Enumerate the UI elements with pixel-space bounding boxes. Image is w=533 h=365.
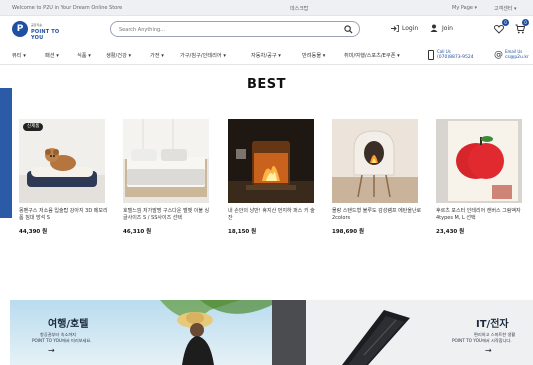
phone-icon bbox=[428, 50, 434, 60]
product-name[interactable]: 내 손안의 낭만! 휴지산 먼지하 퍼스 키 술잔 bbox=[228, 208, 318, 222]
at-sign-icon: @ bbox=[494, 50, 503, 60]
product-name[interactable]: 호텔느낌 저가발명 구스다운 벨벳 이불 싱글사이즈 S / SS사이즈 선택 bbox=[123, 208, 213, 222]
top-utility-bar: Welcome to P2U in Your Dream Online Stor… bbox=[0, 0, 533, 16]
join-link[interactable]: Join bbox=[442, 25, 453, 32]
search-icon[interactable] bbox=[344, 25, 353, 34]
my-page-menu[interactable]: My Page ▾ bbox=[452, 5, 477, 11]
product-card[interactable]: 몰랑 스탠드형 불루도 감성램프 에탄올난로 2colors 198,690 원 bbox=[332, 119, 421, 244]
travel-banner-subtitle-2: POINT TO YOU에서 미리보세요. bbox=[32, 338, 92, 343]
product-card[interactable]: 내 손안의 낭만! 휴지산 먼지하 퍼스 키 술잔 18,150 원 bbox=[228, 119, 315, 244]
product-price: 198,690 원 bbox=[332, 229, 365, 235]
login-icon[interactable] bbox=[391, 25, 399, 32]
search-input[interactable] bbox=[119, 24, 339, 35]
email-us[interactable]: @ Email Us cs@p2u.kr bbox=[494, 48, 533, 63]
nav-item-living[interactable]: 생활/건강 ▾ bbox=[106, 52, 131, 59]
product-card[interactable]: 신제품 몽펜구스 저소음 입술탑 강아지 3D 메모리폼 침대 방석 S 44,… bbox=[19, 119, 108, 244]
it-banner-arrow-icon[interactable]: → bbox=[485, 346, 492, 355]
product-price: 23,430 원 bbox=[436, 229, 465, 235]
category-nav: 뷰티 ▾ 패션 ▾ 식품 ▾ 생활/건강 ▾ 가전 ▾ 가구/침구/인테리어 ▾… bbox=[0, 45, 533, 65]
email-us-address: cs@p2u.kr bbox=[505, 55, 529, 60]
product-image[interactable] bbox=[123, 119, 209, 203]
product-name[interactable]: 몰랑 스탠드형 불루도 감성램프 에탄올난로 2colors bbox=[332, 208, 422, 222]
nav-item-pet[interactable]: 반려동물 ▾ bbox=[302, 52, 325, 59]
call-us[interactable]: Call Us (070)8873-9524 bbox=[428, 48, 480, 63]
it-banner-subtitle-2: POINT TO YOU에서 시작합니다. bbox=[452, 338, 512, 343]
product-image[interactable] bbox=[436, 119, 522, 203]
product-price: 46,310 원 bbox=[123, 229, 152, 235]
nav-item-appliance[interactable]: 가전 ▾ bbox=[150, 52, 164, 59]
cart-count-badge: 0 bbox=[522, 19, 529, 26]
site-logo[interactable]: P 공장직송 POINT TO YOU bbox=[12, 20, 72, 41]
product-card[interactable]: 호텔느낌 저가발명 구스다운 벨벳 이불 싱글사이즈 S / SS사이즈 선택 … bbox=[123, 119, 209, 244]
desktop-link[interactable]: 데스크탑 bbox=[290, 5, 308, 12]
it-banner[interactable]: IT/전자 편리하고 스마트한 생활 POINT TO YOU에서 시작합니다.… bbox=[272, 300, 533, 365]
product-name[interactable]: 후르츠 포스터 인테리어 캔버스 그림액자 4types M, L 선택 bbox=[436, 208, 526, 222]
welcome-message: Welcome to P2U in Your Dream Online Stor… bbox=[12, 5, 123, 11]
product-image[interactable] bbox=[228, 119, 314, 203]
user-icon[interactable] bbox=[430, 24, 438, 32]
logo-tagline: 공장직송 bbox=[31, 23, 43, 27]
best-section-title: BEST bbox=[246, 77, 287, 92]
wishlist-count-badge: 0 bbox=[502, 19, 509, 26]
travel-banner-arrow-icon[interactable]: → bbox=[48, 346, 55, 355]
nav-item-furniture[interactable]: 가구/침구/인테리어 ▾ bbox=[180, 52, 226, 59]
heart-icon[interactable] bbox=[494, 24, 504, 34]
travel-banner-title: 여행/호텔 bbox=[48, 319, 89, 330]
side-accent-bar bbox=[0, 88, 12, 218]
product-price: 18,150 원 bbox=[228, 229, 257, 235]
customer-center-menu[interactable]: 고객센터 ▾ bbox=[494, 5, 517, 12]
product-price: 44,390 원 bbox=[19, 229, 48, 235]
nav-item-hobby[interactable]: 취미/여행/스포츠/E쿠폰 ▾ bbox=[344, 52, 400, 59]
call-us-label: Call Us bbox=[437, 49, 451, 54]
call-us-number: (070)8873-9524 bbox=[437, 55, 474, 60]
nav-item-auto[interactable]: 자동차/공구 ▾ bbox=[251, 52, 281, 59]
nav-item-food[interactable]: 식품 ▾ bbox=[77, 52, 91, 59]
travel-banner[interactable]: 여행/호텔 항공권부터 숙소까지 POINT TO YOU에서 미리보세요. → bbox=[10, 300, 272, 365]
nav-item-beauty[interactable]: 뷰티 ▾ bbox=[12, 52, 26, 59]
login-link[interactable]: Login bbox=[402, 25, 418, 32]
product-name[interactable]: 몽펜구스 저소음 입술탑 강아지 3D 메모리폼 침대 방석 S bbox=[19, 208, 109, 222]
nav-item-fashion[interactable]: 패션 ▾ bbox=[45, 52, 59, 59]
product-image[interactable] bbox=[332, 119, 418, 203]
product-card[interactable]: 후르츠 포스터 인테리어 캔버스 그림액자 4types M, L 선택 23,… bbox=[436, 119, 522, 244]
site-header: P 공장직송 POINT TO YOU Login Join 0 0 bbox=[0, 16, 533, 44]
it-banner-title: IT/전자 bbox=[476, 319, 509, 330]
email-us-label: Email Us bbox=[505, 49, 523, 54]
product-image[interactable]: 신제품 bbox=[19, 119, 105, 203]
search-box bbox=[110, 21, 360, 37]
logo-mark-icon: P bbox=[12, 21, 28, 37]
logo-text: POINT TO YOU bbox=[31, 29, 60, 41]
new-product-badge: 신제품 bbox=[23, 123, 44, 131]
